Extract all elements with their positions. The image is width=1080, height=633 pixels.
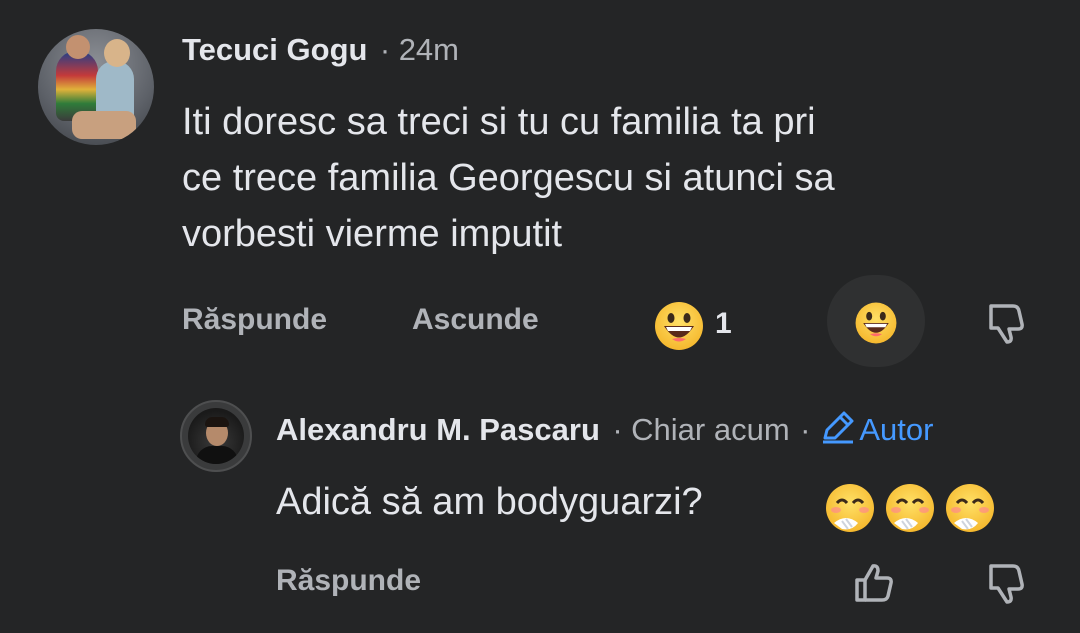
hide-button[interactable]: Ascunde: [412, 303, 539, 337]
reply-header: Alexandru M. Pascaru · Chiar acum · Auto…: [276, 410, 933, 448]
comment-header: Tecuci Gogu · 24m: [182, 32, 459, 68]
face-with-hand-over-mouth-emoji-icon: [826, 484, 874, 532]
comment-text: Iti doresc sa treci si tu cu familia ta …: [182, 94, 835, 262]
author-badge-label: Autor: [859, 412, 934, 447]
comment-text-line: vorbesti vierme imputit: [182, 213, 563, 255]
reply-button[interactable]: Răspunde: [182, 303, 327, 337]
reply-author-name[interactable]: Alexandru M. Pascaru: [276, 412, 600, 447]
reply-emoji-group: [824, 483, 1004, 535]
comment-timestamp[interactable]: 24m: [399, 32, 459, 67]
face-with-hand-over-mouth-emoji-icon: [946, 484, 994, 532]
like-button[interactable]: [852, 560, 898, 606]
avatar-figure: [205, 417, 229, 427]
grinning-face-emoji-icon: [655, 302, 703, 350]
thumbs-down-icon: [989, 304, 1024, 344]
meta-separator: ·: [612, 412, 623, 447]
reaction-count[interactable]: 1: [715, 307, 732, 341]
reply-text-row: Adică să am bodyguarzi?: [276, 474, 703, 530]
author-badge: Autor: [819, 411, 933, 447]
comment-author-name[interactable]: Tecuci Gogu: [182, 32, 367, 67]
avatar-figure: [196, 446, 238, 464]
dislike-button[interactable]: [983, 560, 1029, 606]
dislike-button[interactable]: [983, 300, 1029, 346]
meta-separator: ·: [800, 412, 811, 447]
avatar-figure: [66, 35, 90, 59]
thumbs-down-icon: [989, 564, 1024, 604]
grinning-face-emoji-icon: [853, 300, 899, 346]
avatar-tecuci-gogu[interactable]: [38, 29, 154, 145]
reply-timestamp[interactable]: Chiar acum: [631, 412, 790, 447]
meta-separator: ·: [379, 32, 391, 67]
thumbs-up-icon: [855, 564, 893, 602]
face-with-hand-over-mouth-emoji-icon: [886, 484, 934, 532]
avatar-figure: [72, 111, 136, 139]
reply-reply-button[interactable]: Răspunde: [276, 564, 421, 598]
pencil-icon: [822, 411, 854, 444]
comment-text-line: ce trece familia Georgescu si atunci sa: [182, 157, 835, 199]
reply-text: Adică să am bodyguarzi?: [276, 481, 703, 523]
reaction-summary-button[interactable]: [652, 299, 706, 353]
avatar-figure: [104, 39, 130, 67]
comment-text-line: Iti doresc sa treci si tu cu familia ta …: [182, 101, 816, 143]
avatar-alexandru-pascaru[interactable]: [188, 408, 244, 464]
